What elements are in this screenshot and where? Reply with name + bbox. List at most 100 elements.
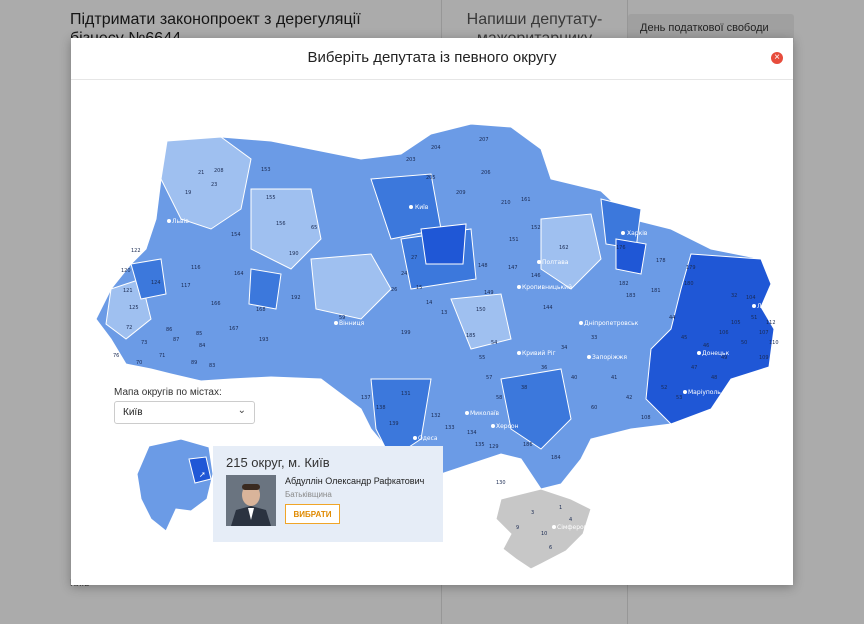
city-label: Дніпропетровськ xyxy=(584,320,639,327)
deputy-photo xyxy=(226,475,276,526)
region-number: 108 xyxy=(641,415,651,421)
region-number: 137 xyxy=(361,395,371,401)
region-mid[interactable] xyxy=(248,268,282,310)
region-number: 87 xyxy=(173,337,179,343)
region-number: 86 xyxy=(166,327,172,333)
region-number: 184 xyxy=(551,455,561,461)
region-number: 133 xyxy=(445,425,455,431)
region-number: 26 xyxy=(391,287,397,293)
city-label: Полтава xyxy=(542,259,569,266)
region-number: 54 xyxy=(491,340,497,346)
region-number: 193 xyxy=(259,337,269,343)
region-number: 45 xyxy=(681,335,687,341)
region-number: 24 xyxy=(401,271,407,277)
region-number: 71 xyxy=(159,353,165,359)
region-number: 210 xyxy=(501,200,511,206)
city-dot xyxy=(409,205,413,209)
region-number: 41 xyxy=(611,375,617,381)
deputy-selection-modal: Виберіть депутата із певного округу × 21… xyxy=(71,38,793,585)
region-number: 55 xyxy=(479,355,485,361)
city-label: Київ xyxy=(415,204,429,211)
region-number: 207 xyxy=(479,137,489,143)
region-number: 15 xyxy=(416,285,422,291)
region-number: 57 xyxy=(486,375,492,381)
region-number: 129 xyxy=(489,444,499,450)
region-number: 3 xyxy=(531,510,534,516)
region-number: 44 xyxy=(669,315,675,321)
region-number: 21 xyxy=(198,170,204,176)
region-number: 168 xyxy=(256,307,266,313)
modal-title: Виберіть депутата із певного округу xyxy=(307,49,557,66)
city-label: Запоріжжя xyxy=(592,354,627,361)
city-label: Вінниця xyxy=(339,320,365,327)
region-number: 51 xyxy=(751,315,757,321)
city-dot xyxy=(517,285,521,289)
region-number: 206 xyxy=(481,170,491,176)
region-number: 109 xyxy=(759,355,769,361)
deputy-party: Батьківщина xyxy=(285,490,332,499)
region-number: 104 xyxy=(746,295,756,301)
region-number: 10 xyxy=(541,531,547,537)
region-number: 154 xyxy=(231,232,241,238)
city-map-label: Мапа округів по містах: xyxy=(114,387,222,398)
region-number: 166 xyxy=(211,301,221,307)
region-number: 203 xyxy=(406,157,416,163)
city-dot xyxy=(683,390,687,394)
region-number: 48 xyxy=(711,375,717,381)
region-number: 106 xyxy=(719,330,729,336)
close-icon[interactable]: × xyxy=(771,52,783,64)
region-number: 192 xyxy=(291,295,301,301)
region-number: 117 xyxy=(181,283,191,289)
region-number: 33 xyxy=(591,335,597,341)
chevron-down-icon: ⌄ xyxy=(237,405,246,416)
city-label: Одеса xyxy=(418,435,438,442)
city-label: Сімферополь xyxy=(557,524,599,531)
region-number: 176 xyxy=(616,245,626,251)
region-number: 76 xyxy=(113,353,119,359)
city-dot xyxy=(752,304,756,308)
region-number: 38 xyxy=(521,385,527,391)
kyiv-inset-map[interactable] xyxy=(136,438,214,532)
city-dot xyxy=(552,525,556,529)
region-number: 180 xyxy=(684,281,694,287)
region-number: 36 xyxy=(541,365,547,371)
region-number: 150 xyxy=(476,307,486,313)
city-dot xyxy=(465,411,469,415)
region-number: 182 xyxy=(619,281,629,287)
city-select[interactable]: Київ ⌄ xyxy=(114,401,255,424)
region-number: 135 xyxy=(475,442,485,448)
region-number: 72 xyxy=(126,325,132,331)
city-label: Луганськ xyxy=(757,303,787,310)
region-number: 183 xyxy=(626,293,636,299)
city-dot xyxy=(517,351,521,355)
region-number: 134 xyxy=(467,430,477,436)
region-number: 105 xyxy=(731,320,741,326)
district-info-card: 215 округ, м. Київ Абдуллін Олександр Ра… xyxy=(213,446,443,542)
region-number: 161 xyxy=(521,197,531,203)
region-number: 179 xyxy=(686,265,696,271)
city-dot xyxy=(587,355,591,359)
region-number: 167 xyxy=(229,326,239,332)
region-number: 130 xyxy=(496,480,506,486)
region-number: 205 xyxy=(426,175,436,181)
region-number: 70 xyxy=(136,360,142,366)
city-dot xyxy=(537,260,541,264)
region-number: 181 xyxy=(651,288,661,294)
city-label: Харків xyxy=(627,230,648,237)
region-number: 4 xyxy=(569,517,572,523)
city-dot xyxy=(334,321,338,325)
modal-header: Виберіть депутата із певного округу × xyxy=(71,38,793,80)
cursor-icon: ➚ xyxy=(199,470,206,479)
region-deep[interactable] xyxy=(420,223,467,265)
region-number: 14 xyxy=(426,300,432,306)
region-number: 152 xyxy=(531,225,541,231)
city-dot xyxy=(621,231,625,235)
region-number: 60 xyxy=(591,405,597,411)
region-number: 131 xyxy=(401,391,411,397)
region-number: 164 xyxy=(234,271,244,277)
choose-deputy-button[interactable]: ВИБРАТИ xyxy=(285,504,340,524)
city-label: Кривий Ріг xyxy=(522,350,556,357)
region-number: 110 xyxy=(769,340,779,346)
city-dot xyxy=(413,436,417,440)
region-number: 121 xyxy=(123,288,133,294)
